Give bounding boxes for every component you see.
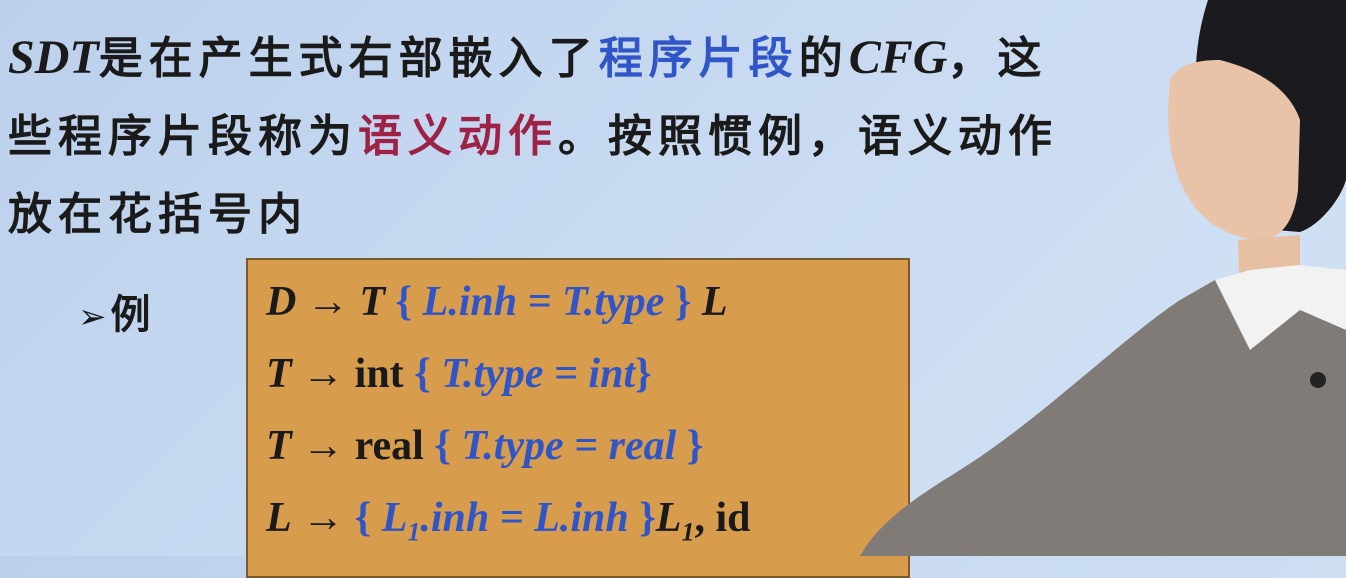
lapel-mic-icon [1310, 372, 1326, 388]
slide: SDT是在产生式右部嵌入了程序片段的CFG，这 些程序片段称为语义动作。按照惯例… [0, 0, 1346, 578]
presenter-image [860, 0, 1346, 556]
